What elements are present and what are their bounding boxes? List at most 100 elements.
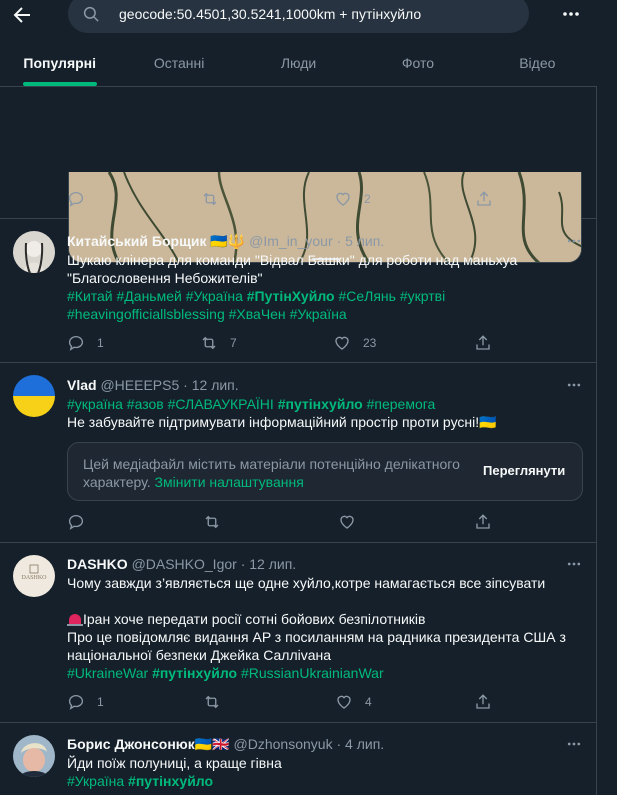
tweet-text: Чому завжди з’являється ще одне хуйло,ко… [67,574,577,682]
retweet-button[interactable] [201,190,231,208]
tweet[interactable]: DASHKO DASHKO @DASHKO_Igor · 12 лип. Чом… [0,543,597,723]
timeline-column: geocode:50.4501,30.5241,1000km + путінху… [0,0,597,795]
text-line: Шукаю клінера для команди "Відвал Башки"… [67,252,518,268]
hashtag[interactable]: #ХваЧен [229,306,286,322]
retweet-icon [203,192,217,206]
tweet-time[interactable]: 4 лип. [345,736,384,752]
tab-people[interactable]: Люди [239,38,358,86]
share-button[interactable] [474,693,492,711]
search-tabs: Популярні Останні Люди Фото Відео [0,38,597,86]
author-name[interactable]: Vlad [67,377,97,393]
share-button[interactable] [474,334,492,352]
like-button[interactable]: 2 [334,190,371,208]
hashtag[interactable]: #азов [127,396,164,412]
active-tab-indicator [22,82,97,86]
author-handle[interactable]: @HEEEPS5 [100,377,179,393]
tweet[interactable]: 2 [0,86,597,263]
more-icon[interactable] [566,233,582,249]
tweet[interactable]: Китайський Борщик 🇺🇦🔱 @Im_in_your · 5 ли… [0,219,597,363]
hashtag[interactable]: #Україна [290,306,347,322]
share-button[interactable] [475,190,493,208]
author-name[interactable]: Борис Джонсонюк🇺🇦🇬🇧 [67,736,230,752]
hashtag[interactable]: #Україна [186,288,243,304]
tweet-actions: 2 [67,190,497,210]
hashtag[interactable]: #Китай [67,288,113,304]
hashtag[interactable]: #перемога [367,396,436,412]
author-name[interactable]: Китайський Борщик 🇺🇦🔱 [67,233,245,249]
text-line: "Благословення Небожителів" [67,270,263,286]
hashtag[interactable]: #укртві [400,288,445,304]
hashtag[interactable]: #RussianUkrainianWar [241,665,384,681]
tab-popular[interactable]: Популярні [0,38,119,86]
tab-videos[interactable]: Відео [478,38,597,86]
retweet-button[interactable]: 7 [200,334,237,352]
hashtag[interactable]: #СеЛянь [338,288,395,304]
avatar[interactable]: DASHKO [13,555,55,597]
view-media-button[interactable]: Переглянути [483,463,565,478]
siren-emoji-icon [67,612,83,626]
tab-latest[interactable]: Останні [119,38,238,86]
like-button[interactable] [338,513,356,531]
tab-label: Популярні [23,55,97,71]
like-count: 2 [364,192,371,206]
hashtag[interactable]: #Даньмей [117,288,182,304]
avatar[interactable] [13,231,55,273]
more-options-icon[interactable] [561,4,581,24]
hashtag-highlighted[interactable]: #ПутінХуйло [247,288,335,304]
text-line: Іран хоче передати росії сотні бойових б… [83,611,426,627]
tweet-text: Йди поїж полуниці, а краще гівна #Україн… [67,754,577,790]
like-button[interactable]: 23 [333,334,376,352]
share-icon [477,191,491,206]
avatar[interactable] [13,735,55,777]
tweet[interactable]: Борис Джонсонюк🇺🇦🇬🇧 @Dzhonsonyuk · 4 лип… [0,723,597,795]
hashtag[interactable]: #heavingofficiallsblessing [67,306,225,322]
hashtag-highlighted[interactable]: #путінхуйло [278,396,363,412]
more-icon[interactable] [566,556,582,572]
share-icon [476,335,490,350]
tweet-time[interactable]: 12 лип. [249,556,296,572]
hashtag[interactable]: #Україна [67,773,124,789]
hashtag[interactable]: #україна [67,396,123,412]
more-icon[interactable] [566,736,582,752]
reply-button[interactable]: 1 [67,693,104,711]
tweet[interactable]: Vlad @HEEEPS5 · 12 лип. #україна #азов #… [0,363,597,543]
tweet-actions: 1 4 [67,693,497,713]
hashtag-highlighted[interactable]: #путінхуйло [152,665,237,681]
tab-label: Люди [280,55,317,71]
avatar[interactable] [13,375,55,417]
search-header: geocode:50.4501,30.5241,1000km + путінху… [0,0,597,87]
tweet-header: DASHKO @DASHKO_Igor · 12 лип. [67,556,297,572]
search-query[interactable]: geocode:50.4501,30.5241,1000km + путінху… [119,6,421,22]
search-box[interactable]: geocode:50.4501,30.5241,1000km + путінху… [68,0,529,33]
svg-text:DASHKO: DASHKO [21,575,47,581]
retweet-icon [202,336,216,350]
author-handle[interactable]: @DASHKO_Igor [132,556,237,572]
hashtag[interactable]: #СЛАВАУКРАЇНІ [168,396,274,412]
tweet-header: Vlad @HEEEPS5 · 12 лип. [67,377,239,393]
tweet-header: Китайський Борщик 🇺🇦🔱 @Im_in_your · 5 ли… [67,233,385,249]
tweet-time[interactable]: 5 лип. [345,233,384,249]
tab-photos[interactable]: Фото [358,38,477,86]
reply-button[interactable]: 1 [67,334,104,352]
retweet-button[interactable] [203,513,221,531]
change-settings-link[interactable]: Змінити налаштування [155,474,304,490]
scrollbar-track[interactable] [598,0,617,795]
tab-label: Останні [153,55,205,71]
author-handle[interactable]: @Im_in_your [249,233,332,249]
reply-icon [68,694,84,710]
heart-icon [337,695,351,709]
reply-button[interactable] [67,513,85,531]
tweet-time[interactable]: 12 лип. [192,377,239,393]
text-line: національної безпеки Джейка Салліvана [67,647,332,663]
back-arrow-icon[interactable] [10,3,34,27]
retweet-button[interactable] [203,693,221,711]
reply-button[interactable] [67,190,97,208]
more-icon[interactable] [566,377,582,393]
retweet-icon [205,515,219,529]
share-button[interactable] [474,513,492,531]
author-name[interactable]: DASHKO [67,556,128,572]
author-handle[interactable]: @Dzhonsonyuk [234,736,333,752]
hashtag-highlighted[interactable]: #путінхуйло [128,773,213,789]
hashtag[interactable]: #UkraineWar [67,665,148,681]
like-button[interactable]: 4 [335,693,372,711]
